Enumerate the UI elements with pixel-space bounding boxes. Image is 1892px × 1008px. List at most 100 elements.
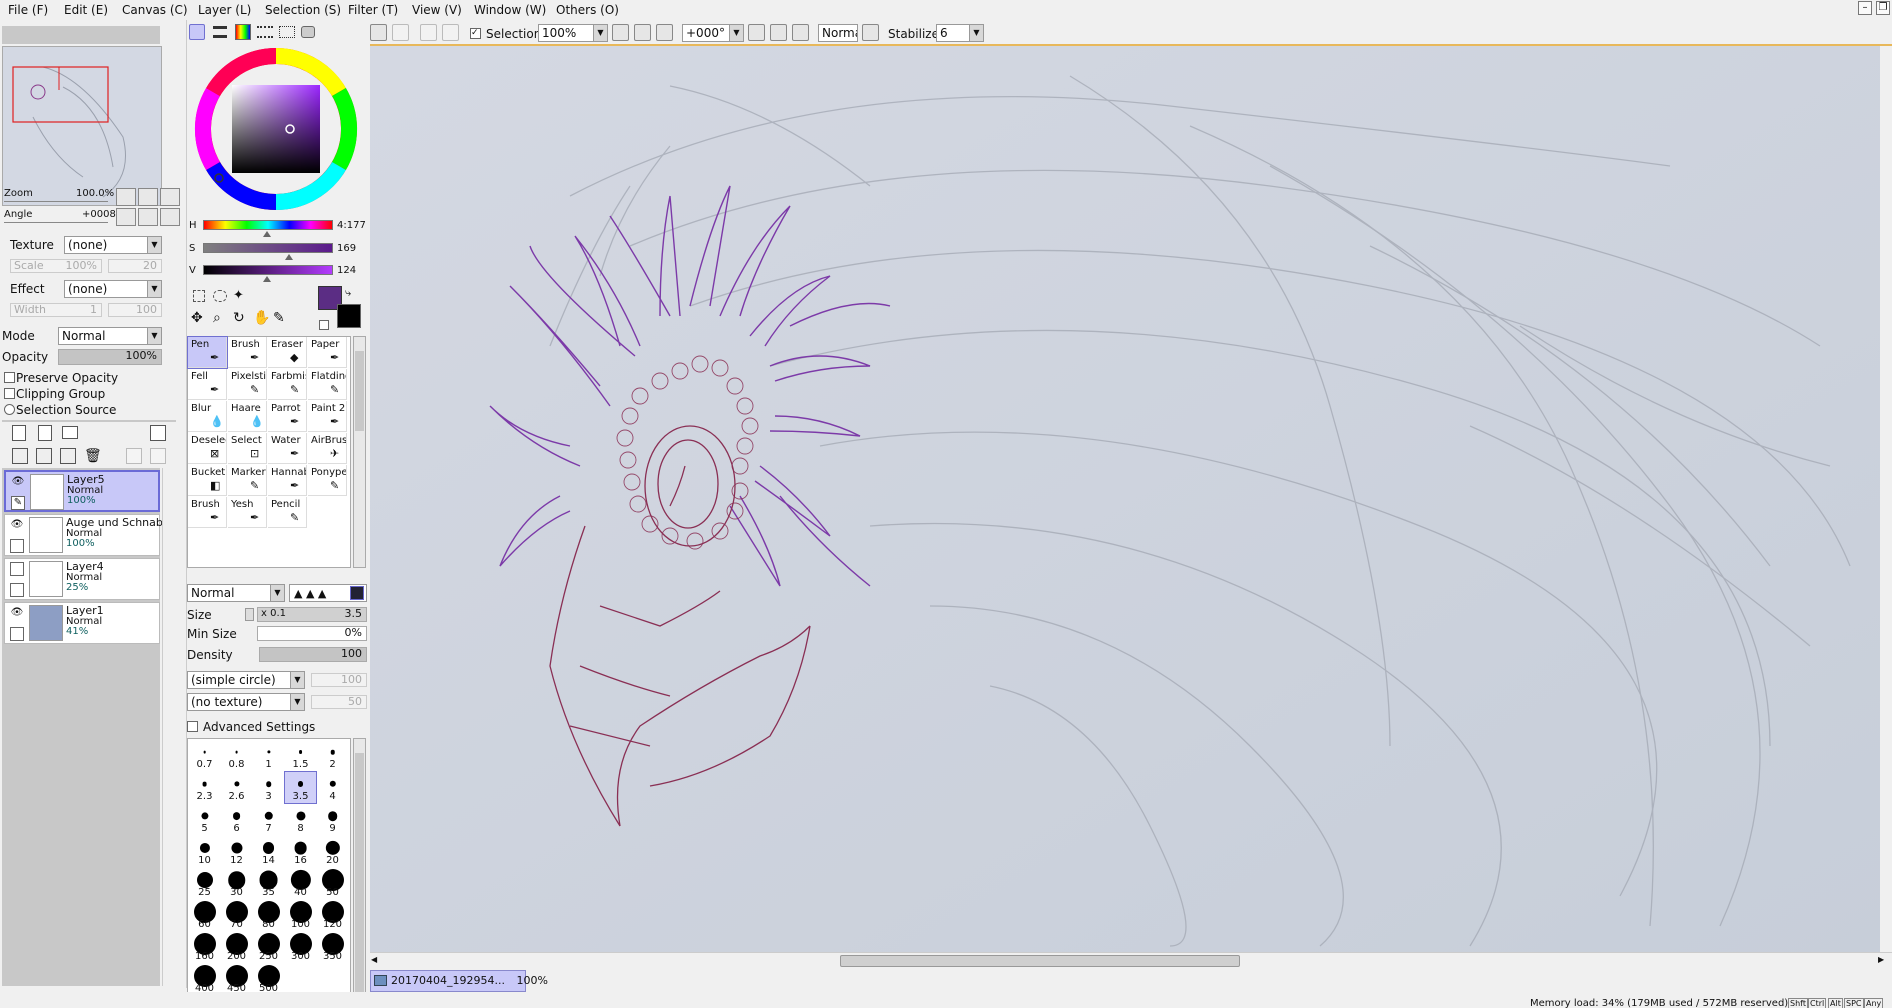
canvas-drawing[interactable] [370, 46, 1892, 952]
layer-mask-icon[interactable] [150, 425, 166, 441]
layer-down-icon[interactable] [150, 448, 166, 464]
new-linework-layer-icon[interactable] [38, 425, 52, 441]
brush-size-0.7[interactable]: 0.7 [189, 740, 220, 771]
menu-window[interactable]: Window (W) [474, 3, 546, 17]
brush-size-25[interactable]: 25 [189, 868, 220, 899]
layer-row[interactable]: 👁 Auge und Schnabel Normal 100% [4, 514, 173, 556]
tool-water[interactable]: Water ✒ [268, 433, 307, 464]
tool-airbrush[interactable]: AirBrush✈ [308, 433, 347, 464]
texture-select[interactable]: (none) ▼ [64, 236, 162, 254]
nav-zoom-out-icon[interactable] [116, 188, 136, 206]
deselect-icon[interactable] [420, 24, 437, 41]
tool-grid-scrollbar[interactable] [353, 336, 366, 568]
new-layer-icon[interactable] [12, 425, 26, 441]
navigator-thumbnail[interactable] [2, 46, 162, 206]
new-folder-icon[interactable] [62, 426, 78, 439]
tool-brush-2[interactable]: Brush ✒ [188, 497, 227, 528]
tool-fell[interactable]: Fell ✒ [188, 369, 227, 400]
eye-icon[interactable]: 👁 [10, 518, 24, 532]
brush-size-35[interactable]: 35 [253, 868, 284, 899]
secondary-color-swatch[interactable] [337, 304, 361, 328]
brush-size-10[interactable]: 10 [189, 836, 220, 867]
lasso-icon[interactable] [213, 290, 227, 302]
color-set-tab-icon[interactable] [235, 24, 251, 40]
tool-paint2[interactable]: Paint 2 ✒ [308, 401, 347, 432]
tool-deselect[interactable]: Deselect⊠ [188, 433, 227, 464]
tool-pixelstift[interactable]: Pixelstift✎ [228, 369, 267, 400]
density-slider[interactable]: 100 [259, 647, 367, 662]
brush-shape-select[interactable]: (simple circle) ▼ [187, 671, 305, 689]
brush-size-3.5[interactable]: 3.5 [284, 771, 317, 804]
brush-size-4[interactable]: 4 [317, 772, 348, 803]
tool-marker[interactable]: Marker ✎ [228, 465, 267, 496]
swatches-tab-icon[interactable] [257, 26, 273, 38]
brush-size-8[interactable]: 8 [285, 804, 316, 835]
brush-size-80[interactable]: 80 [253, 900, 284, 931]
tool-select[interactable]: Select ⊡ [228, 433, 267, 464]
tool-yesh[interactable]: Yesh ✒ [228, 497, 267, 528]
saturation-slider[interactable] [203, 243, 333, 253]
rgb-slider-tab-icon[interactable] [213, 26, 227, 38]
view-mode-select[interactable]: Normal [818, 24, 858, 42]
tool-blur[interactable]: Blur 💧 [188, 401, 227, 432]
transfer-down-icon[interactable] [12, 448, 28, 464]
merge-down-icon[interactable] [36, 448, 52, 464]
saturation-slider-thumb[interactable] [284, 254, 293, 260]
size-slider[interactable]: x 0.1 3.5 [257, 607, 367, 622]
canvas-area[interactable] [370, 46, 1892, 952]
nav-zoom-fit-icon[interactable] [160, 188, 180, 206]
brush-shape-buttons[interactable]: ▲ ▲ ▲ [289, 584, 367, 602]
brush-size-9[interactable]: 9 [317, 804, 348, 835]
scroll-thumb[interactable] [355, 351, 364, 431]
tool-ponyper[interactable]: Ponyper✎ [308, 465, 347, 496]
brush-size-20[interactable]: 20 [317, 836, 348, 867]
eyedropper-icon[interactable]: ✎ [273, 310, 285, 326]
value-slider[interactable] [203, 265, 333, 275]
magic-wand-icon[interactable]: ✦ [233, 288, 244, 303]
brush-size-2.6[interactable]: 2.6 [221, 772, 252, 803]
brush-size-6[interactable]: 6 [221, 804, 252, 835]
brush-size-2.3[interactable]: 2.3 [189, 772, 220, 803]
brush-size-40[interactable]: 40 [285, 868, 316, 899]
brush-size-2[interactable]: 2 [317, 740, 348, 771]
scroll-thumb[interactable] [355, 753, 364, 993]
brush-size-100[interactable]: 100 [285, 900, 316, 931]
eye-icon[interactable]: 👁 [10, 606, 24, 620]
brush-blend-select[interactable]: Normal ▼ [187, 584, 285, 602]
scratchpad-tab-icon[interactable] [279, 26, 295, 38]
scroll-right-icon[interactable]: ▶ [1878, 955, 1890, 967]
size-lock-icon[interactable] [245, 608, 254, 621]
hand-icon[interactable]: ✋ [253, 310, 270, 326]
layer-up-icon[interactable] [126, 448, 142, 464]
rect-select-icon[interactable] [193, 290, 205, 302]
menu-view[interactable]: View (V) [412, 3, 462, 17]
brush-size-400[interactable]: 400 [189, 964, 220, 995]
opacity-slider[interactable]: 100% [58, 349, 162, 365]
brush-size-0.8[interactable]: 0.8 [221, 740, 252, 771]
clear-layer-icon[interactable] [60, 448, 76, 464]
layer-lock-box[interactable] [10, 583, 24, 597]
nav-rotate-right-icon[interactable] [138, 208, 158, 226]
layer-row[interactable]: 👁 Layer1 Normal 41% [4, 602, 160, 644]
menu-edit[interactable]: Edit (E) [64, 3, 108, 17]
clipping-group-checkbox[interactable] [4, 388, 15, 399]
zoom-select[interactable]: 100% ▼ [538, 24, 608, 42]
layer-lock-box[interactable] [10, 627, 24, 641]
undo-icon[interactable] [370, 24, 387, 41]
rotate-tool-icon[interactable]: ↻ [233, 310, 245, 326]
zoom-slider[interactable] [4, 201, 108, 202]
menu-canvas[interactable]: Canvas (C) [122, 3, 188, 17]
tool-eraser[interactable]: Eraser ◆ [268, 337, 307, 368]
brush-shape-icon[interactable]: ▲ ▲ ▲ [294, 587, 326, 600]
eye-hidden-icon[interactable] [10, 562, 24, 576]
scroll-thumb[interactable] [840, 955, 1240, 967]
menu-others[interactable]: Others (O) [556, 3, 619, 17]
scroll-left-icon[interactable]: ◀ [371, 955, 383, 967]
zoom-out-icon[interactable] [612, 24, 629, 41]
move-icon[interactable]: ✥ [191, 310, 203, 326]
minimize-button[interactable]: – [1858, 1, 1872, 15]
pen-icon[interactable]: ✎ [11, 496, 25, 510]
tool-hannabr[interactable]: Hannabr✒ [268, 465, 307, 496]
brush-size-300[interactable]: 300 [285, 932, 316, 963]
user-color-tab-icon[interactable] [301, 26, 315, 38]
